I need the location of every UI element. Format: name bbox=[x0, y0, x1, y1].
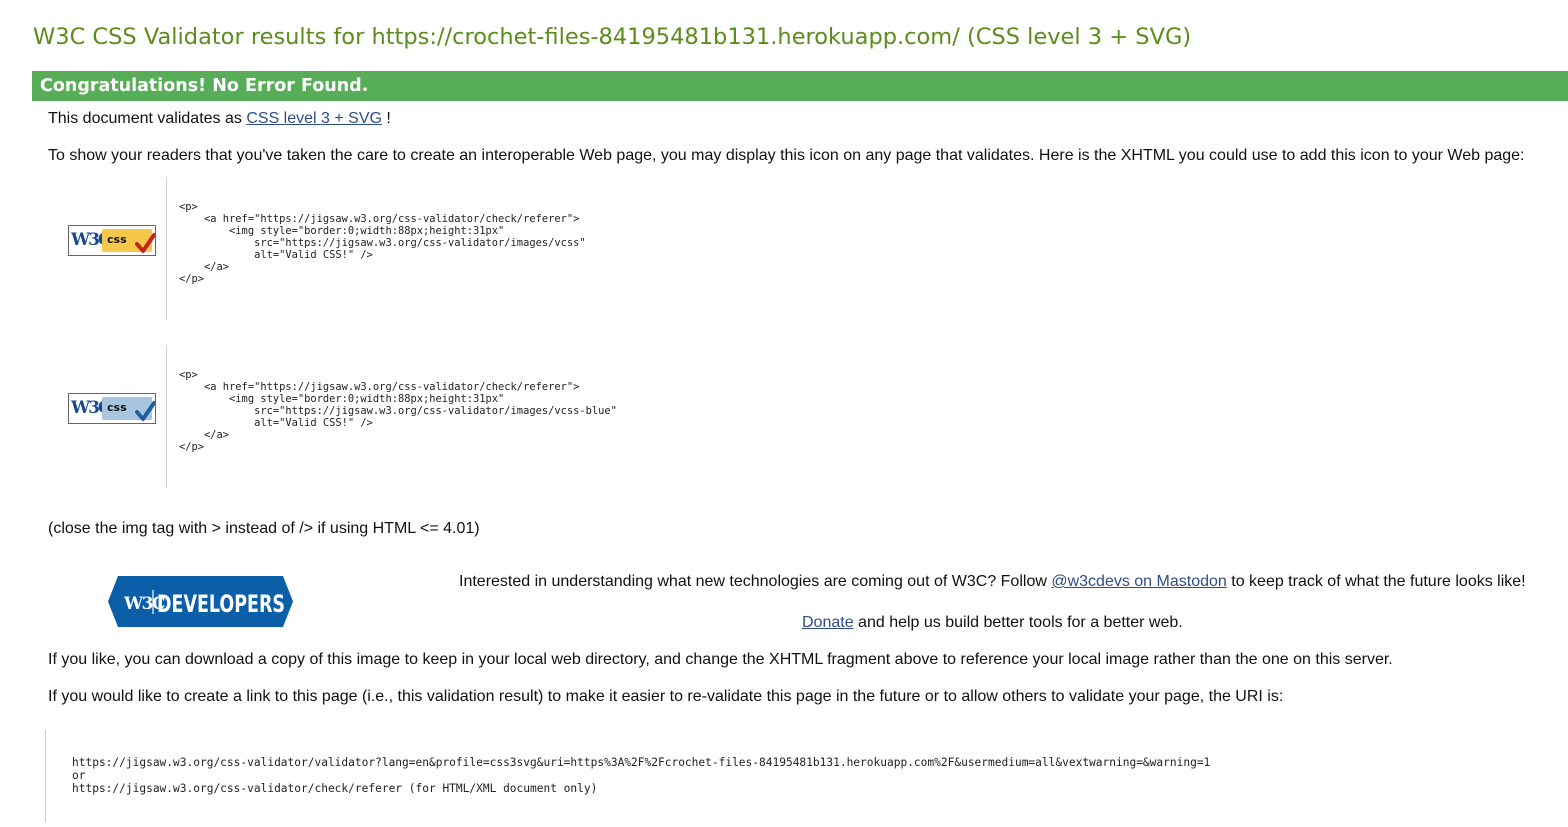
donate-link[interactable]: Donate bbox=[802, 614, 854, 631]
icon-intro-text: To show your readers that you've taken t… bbox=[48, 147, 1525, 164]
validates-prefix: This document validates as bbox=[48, 110, 242, 127]
checkmark-icon bbox=[135, 401, 155, 421]
close-tag-note: (close the img tag with > instead of /> … bbox=[48, 520, 480, 537]
w3c-css-valid-gold-badge-icon: W3C css bbox=[68, 225, 156, 256]
interest-prefix: Interested in understanding what new tec… bbox=[459, 573, 1047, 590]
badge-code-snippet: <p> <a href="https://jigsaw.w3.org/css-v… bbox=[166, 177, 686, 320]
css-badge-label: css bbox=[107, 233, 127, 246]
success-banner: Congratulations! No Error Found. bbox=[32, 71, 1568, 101]
donate-text: Donate and help us build better tools fo… bbox=[802, 614, 1183, 632]
w3c-css-valid-blue-badge-icon: W3C css bbox=[68, 393, 156, 424]
developers-interest-text: Interested in understanding what new tec… bbox=[459, 573, 1526, 591]
validates-statement: This document validates as CSS level 3 +… bbox=[48, 110, 391, 128]
badge-code: <p> <a href="https://jigsaw.w3.org/css-v… bbox=[179, 369, 617, 453]
donate-suffix: and help us build better tools for a bet… bbox=[858, 614, 1183, 631]
revalidate-uri[interactable]: https://jigsaw.w3.org/css-validator/vali… bbox=[72, 756, 1345, 795]
css-badge-label: css bbox=[107, 401, 127, 414]
developers-logo-text: DEVELOPERS bbox=[157, 590, 285, 618]
mastodon-link[interactable]: @w3cdevs on Mastodon bbox=[1051, 573, 1226, 590]
page-title: W3C CSS Validator results for https://cr… bbox=[33, 24, 1192, 50]
badge-code: <p> <a href="https://jigsaw.w3.org/css-v… bbox=[179, 201, 586, 285]
interest-suffix: to keep track of what the future looks l… bbox=[1231, 573, 1526, 590]
badge-code-snippet: <p> <a href="https://jigsaw.w3.org/css-v… bbox=[166, 345, 686, 488]
download-note: If you like, you can download a copy of … bbox=[48, 651, 1393, 668]
link-note: If you would like to create a link to th… bbox=[48, 688, 1284, 705]
css-profile-link[interactable]: CSS level 3 + SVG bbox=[246, 110, 382, 127]
validates-suffix: ! bbox=[386, 110, 391, 127]
w3c-developers-logo-icon[interactable]: W3C DEVELOPERS bbox=[108, 576, 293, 627]
checkmark-icon bbox=[135, 233, 155, 253]
revalidate-uri-block: https://jigsaw.w3.org/css-validator/vali… bbox=[45, 730, 1345, 822]
